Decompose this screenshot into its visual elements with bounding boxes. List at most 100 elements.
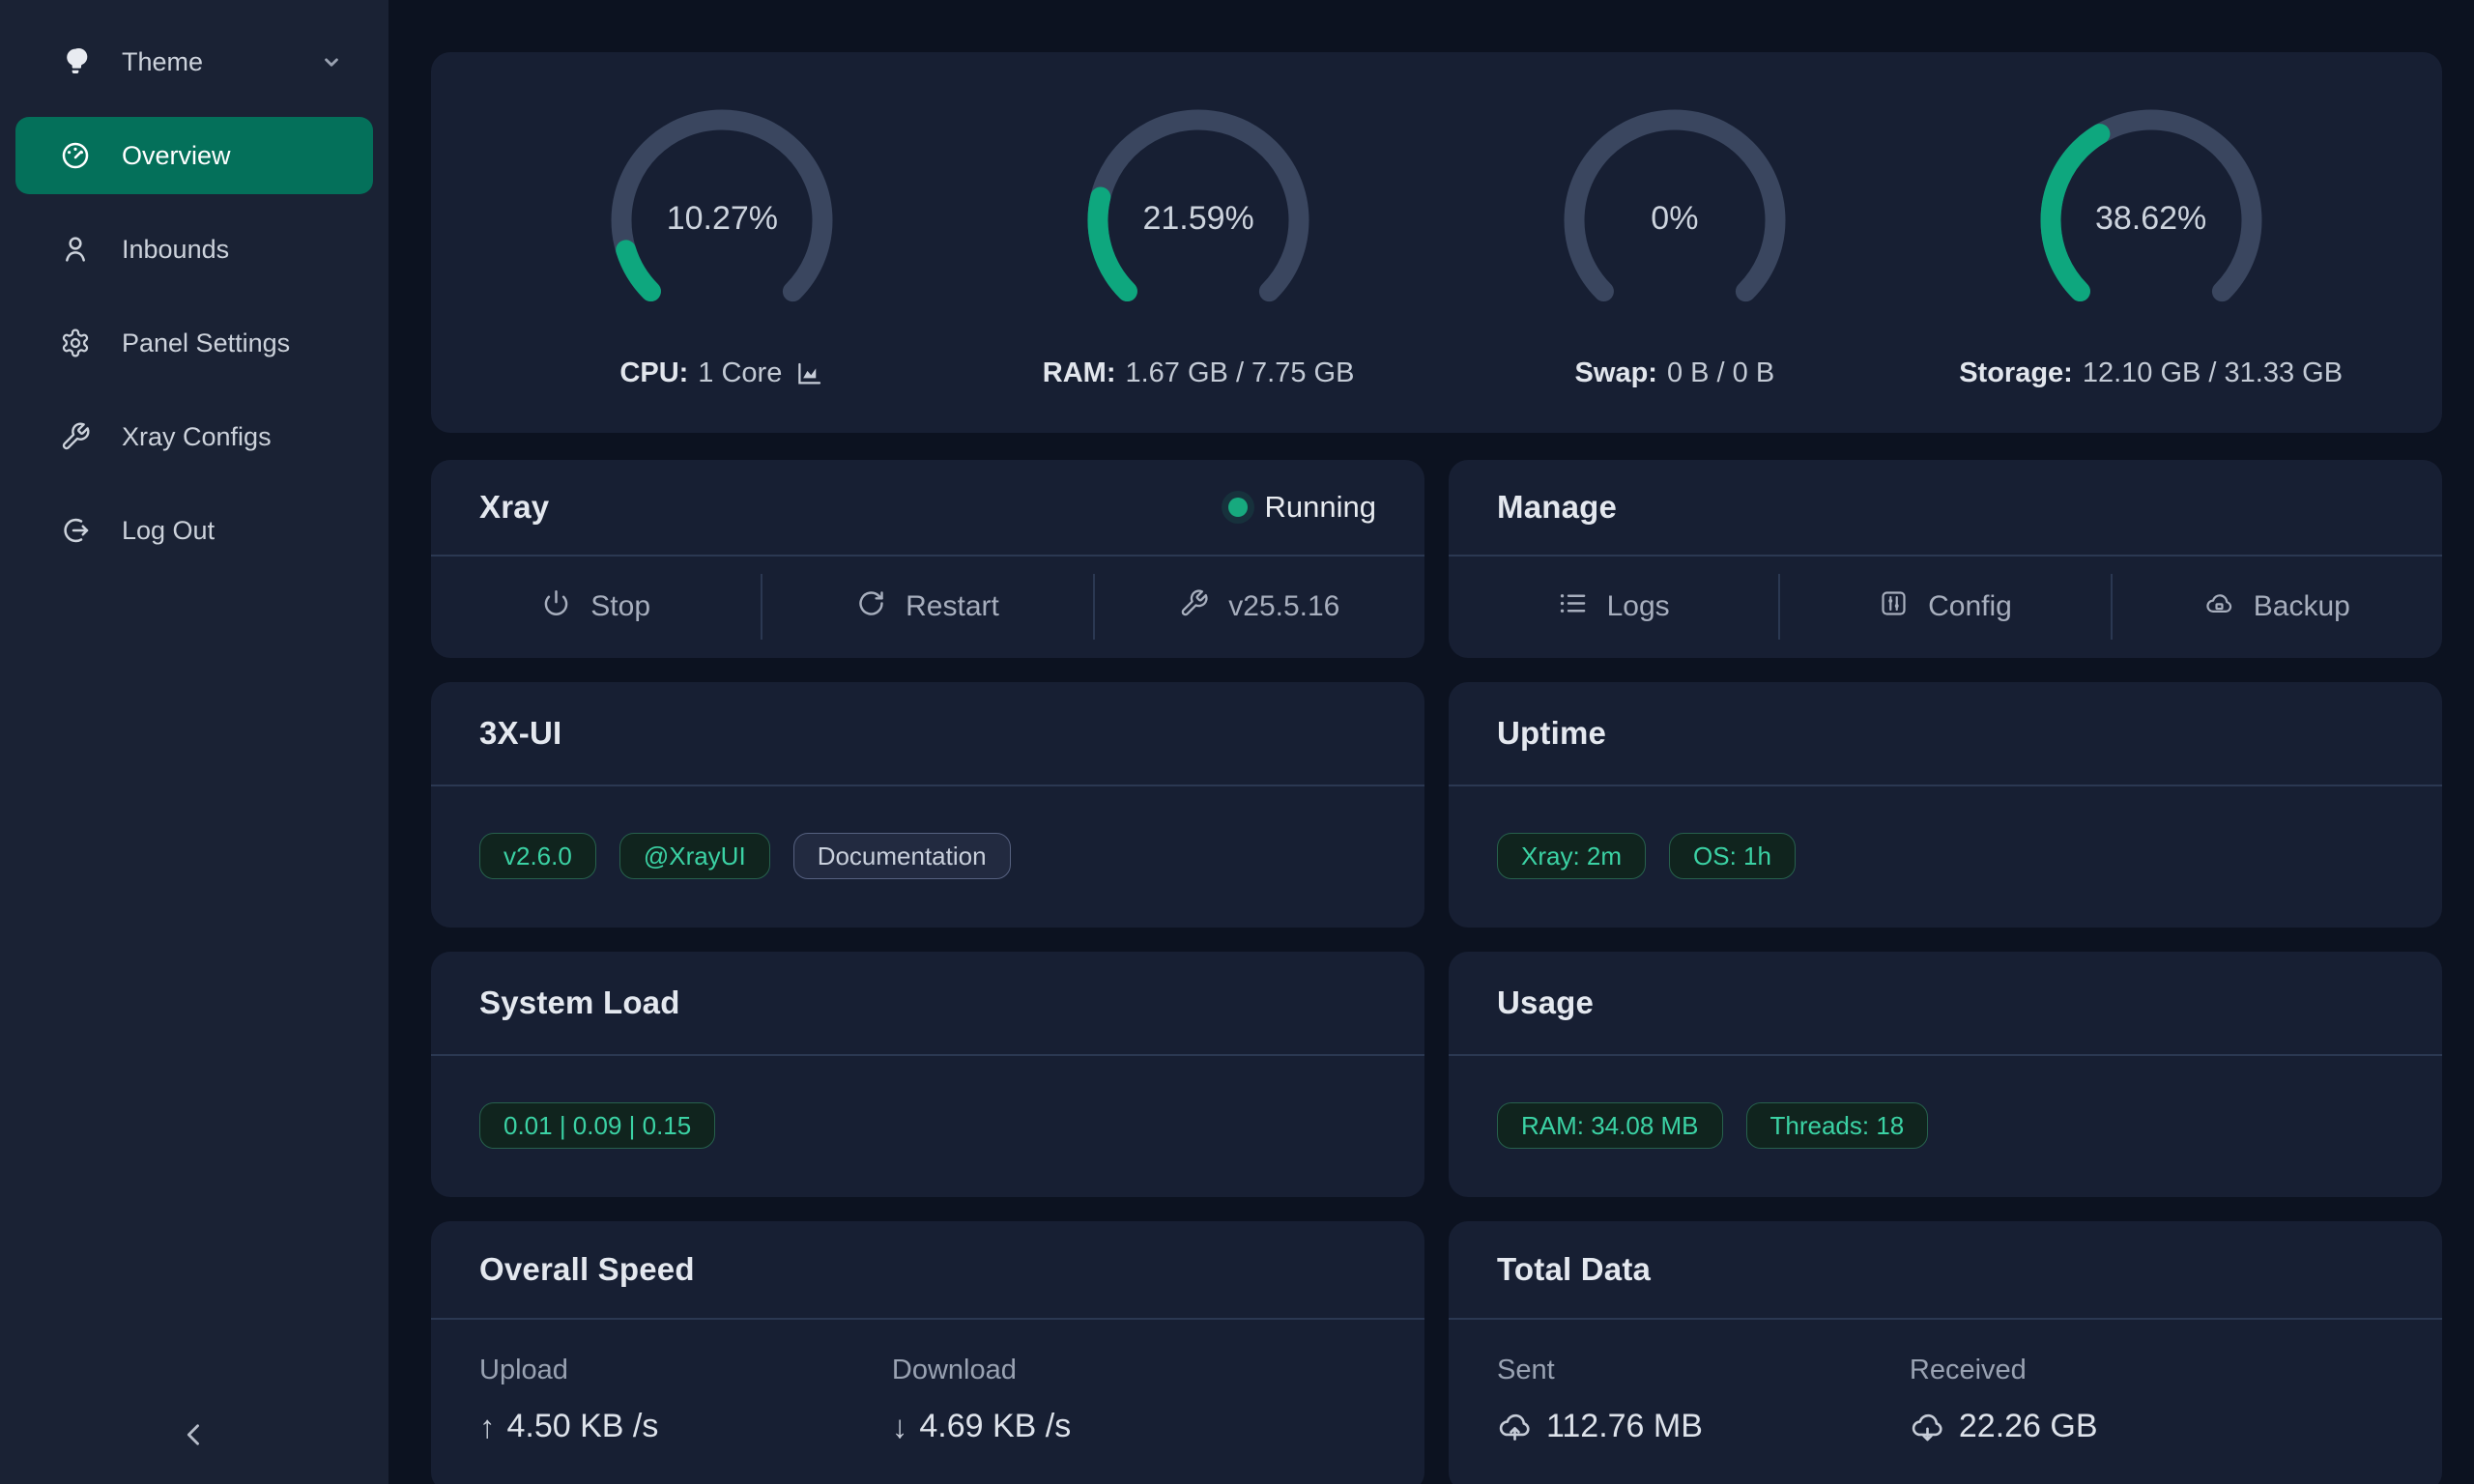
xui-card: 3X-UI v2.6.0 @XrayUI Documentation [431, 682, 1424, 928]
config-button[interactable]: Config [1780, 556, 2110, 657]
sidebar-item-label: Log Out [122, 516, 344, 546]
restart-button[interactable]: Restart [762, 556, 1092, 657]
download-column: Download ↓ 4.69 KB /s [892, 1355, 1305, 1445]
storage-label: Storage: 12.10 GB / 31.33 GB [1959, 357, 2343, 389]
xray-card: Xray Running Stop Res [431, 460, 1424, 658]
logs-button[interactable]: Logs [1449, 556, 1778, 657]
system-load-tags: 0.01 | 0.09 | 0.15 [431, 1056, 1424, 1195]
ram-stat: 21.59% RAM: 1.67 GB / 7.75 GB [961, 108, 1437, 433]
documentation-tag[interactable]: Documentation [793, 833, 1011, 879]
main-content: 10.27% CPU: 1 Core 21.59% RAM: 1.67 GB [388, 0, 2474, 1484]
card-title: 3X-UI [479, 715, 561, 752]
sidebar: Theme Overview Inbounds Panel Settings X… [0, 0, 388, 1484]
sidebar-item-theme[interactable]: Theme [15, 23, 373, 100]
ram-gauge: 21.59% [1086, 108, 1310, 332]
sidebar-item-label: Inbounds [122, 235, 344, 265]
xui-tags: v2.6.0 @XrayUI Documentation [431, 786, 1424, 926]
cpu-label: CPU: 1 Core [619, 357, 824, 389]
ram-percent: 21.59% [1086, 200, 1310, 238]
download-label: Download [892, 1355, 1305, 1386]
load-average-tag: 0.01 | 0.09 | 0.15 [479, 1102, 715, 1149]
overall-speed-card: Overall Speed Upload ↑ 4.50 KB /s Downlo… [431, 1221, 1424, 1484]
received-value: 22.26 GB [1910, 1408, 2322, 1445]
card-title: Usage [1497, 985, 1594, 1021]
system-stats-card: 10.27% CPU: 1 Core 21.59% RAM: 1.67 GB [431, 52, 2442, 433]
user-icon [60, 234, 91, 265]
card-title: Overall Speed [479, 1251, 695, 1288]
wrench-icon [1179, 588, 1209, 626]
uptime-tags: Xray: 2m OS: 1h [1449, 786, 2442, 926]
swap-stat: 0% Swap: 0 B / 0 B [1437, 108, 1913, 433]
status-label: Running [1265, 490, 1376, 525]
arrow-down-icon: ↓ [892, 1409, 908, 1445]
xray-uptime-tag: Xray: 2m [1497, 833, 1646, 879]
gauge-icon [60, 140, 91, 171]
total-data-columns: Sent 112.76 MB Received 22.26 GB [1449, 1320, 2442, 1445]
sidebar-item-xray-configs[interactable]: Xray Configs [15, 398, 373, 475]
os-uptime-tag: OS: 1h [1669, 833, 1796, 879]
system-load-card: System Load 0.01 | 0.09 | 0.15 [431, 952, 1424, 1197]
cloud-upload-icon [1497, 1409, 1533, 1444]
cpu-gauge: 10.27% [610, 108, 834, 332]
xray-status-badge: Running [1228, 490, 1376, 525]
wrench-icon [60, 421, 91, 452]
speed-columns: Upload ↑ 4.50 KB /s Download ↓ 4.69 KB /… [431, 1320, 1424, 1445]
lightbulb-icon [60, 46, 91, 77]
sidebar-item-overview[interactable]: Overview [15, 117, 373, 194]
card-title: Uptime [1497, 715, 1606, 752]
refresh-icon [856, 588, 886, 626]
manage-actions: Logs Config Backup [1449, 556, 2442, 657]
xrayui-tag[interactable]: @XrayUI [619, 833, 770, 879]
swap-percent: 0% [1563, 200, 1787, 238]
card-title: Total Data [1497, 1251, 1651, 1288]
xray-version-button[interactable]: v25.5.16 [1095, 556, 1424, 657]
usage-tags: RAM: 34.08 MB Threads: 18 [1449, 1056, 2442, 1195]
cloud-download-icon [1910, 1409, 1945, 1444]
sidebar-collapse-button[interactable] [171, 1413, 217, 1459]
received-column: Received 22.26 GB [1910, 1355, 2322, 1445]
upload-value: ↑ 4.50 KB /s [479, 1408, 892, 1445]
power-icon [541, 588, 571, 626]
storage-gauge: 38.62% [2039, 108, 2263, 332]
cpu-stat: 10.27% CPU: 1 Core [484, 108, 961, 433]
ram-label: RAM: 1.67 GB / 7.75 GB [1043, 357, 1355, 389]
storage-percent: 38.62% [2039, 200, 2263, 238]
sliders-icon [1879, 588, 1909, 626]
total-data-card: Total Data Sent 112.76 MB Received [1449, 1221, 2442, 1484]
version-tag[interactable]: v2.6.0 [479, 833, 596, 879]
card-title: Manage [1497, 489, 1617, 526]
chevron-down-icon [319, 49, 344, 74]
sidebar-item-label: Overview [122, 141, 344, 171]
manage-card: Manage Logs Config [1449, 460, 2442, 658]
threads-tag: Threads: 18 [1746, 1102, 1929, 1149]
logout-icon [60, 515, 91, 546]
xray-card-header: Xray Running [431, 460, 1424, 556]
backup-button[interactable]: Backup [2113, 556, 2442, 657]
card-title: Xray [479, 489, 549, 526]
swap-gauge: 0% [1563, 108, 1787, 332]
sent-column: Sent 112.76 MB [1497, 1355, 1910, 1445]
sidebar-item-log-out[interactable]: Log Out [15, 492, 373, 569]
sidebar-item-panel-settings[interactable]: Panel Settings [15, 304, 373, 382]
usage-card-header: Usage [1449, 952, 2442, 1056]
total-data-header: Total Data [1449, 1221, 2442, 1320]
uptime-card: Uptime Xray: 2m OS: 1h [1449, 682, 2442, 928]
sent-label: Sent [1497, 1355, 1910, 1386]
received-label: Received [1910, 1355, 2322, 1386]
sent-value: 112.76 MB [1497, 1408, 1910, 1445]
storage-stat: 38.62% Storage: 12.10 GB / 31.33 GB [1913, 108, 2389, 433]
stop-button[interactable]: Stop [431, 556, 761, 657]
uptime-card-header: Uptime [1449, 682, 2442, 786]
usage-card: Usage RAM: 34.08 MB Threads: 18 [1449, 952, 2442, 1197]
arrow-up-icon: ↑ [479, 1409, 496, 1445]
sidebar-item-label: Panel Settings [122, 328, 344, 358]
sidebar-item-inbounds[interactable]: Inbounds [15, 211, 373, 288]
cloud-backup-icon [2204, 588, 2234, 626]
sidebar-item-label: Theme [122, 47, 319, 77]
list-icon [1558, 588, 1588, 626]
download-value: ↓ 4.69 KB /s [892, 1408, 1305, 1445]
ram-usage-tag: RAM: 34.08 MB [1497, 1102, 1723, 1149]
running-status-dot [1228, 498, 1248, 517]
area-chart-icon[interactable] [795, 359, 824, 388]
cpu-percent: 10.27% [610, 200, 834, 238]
